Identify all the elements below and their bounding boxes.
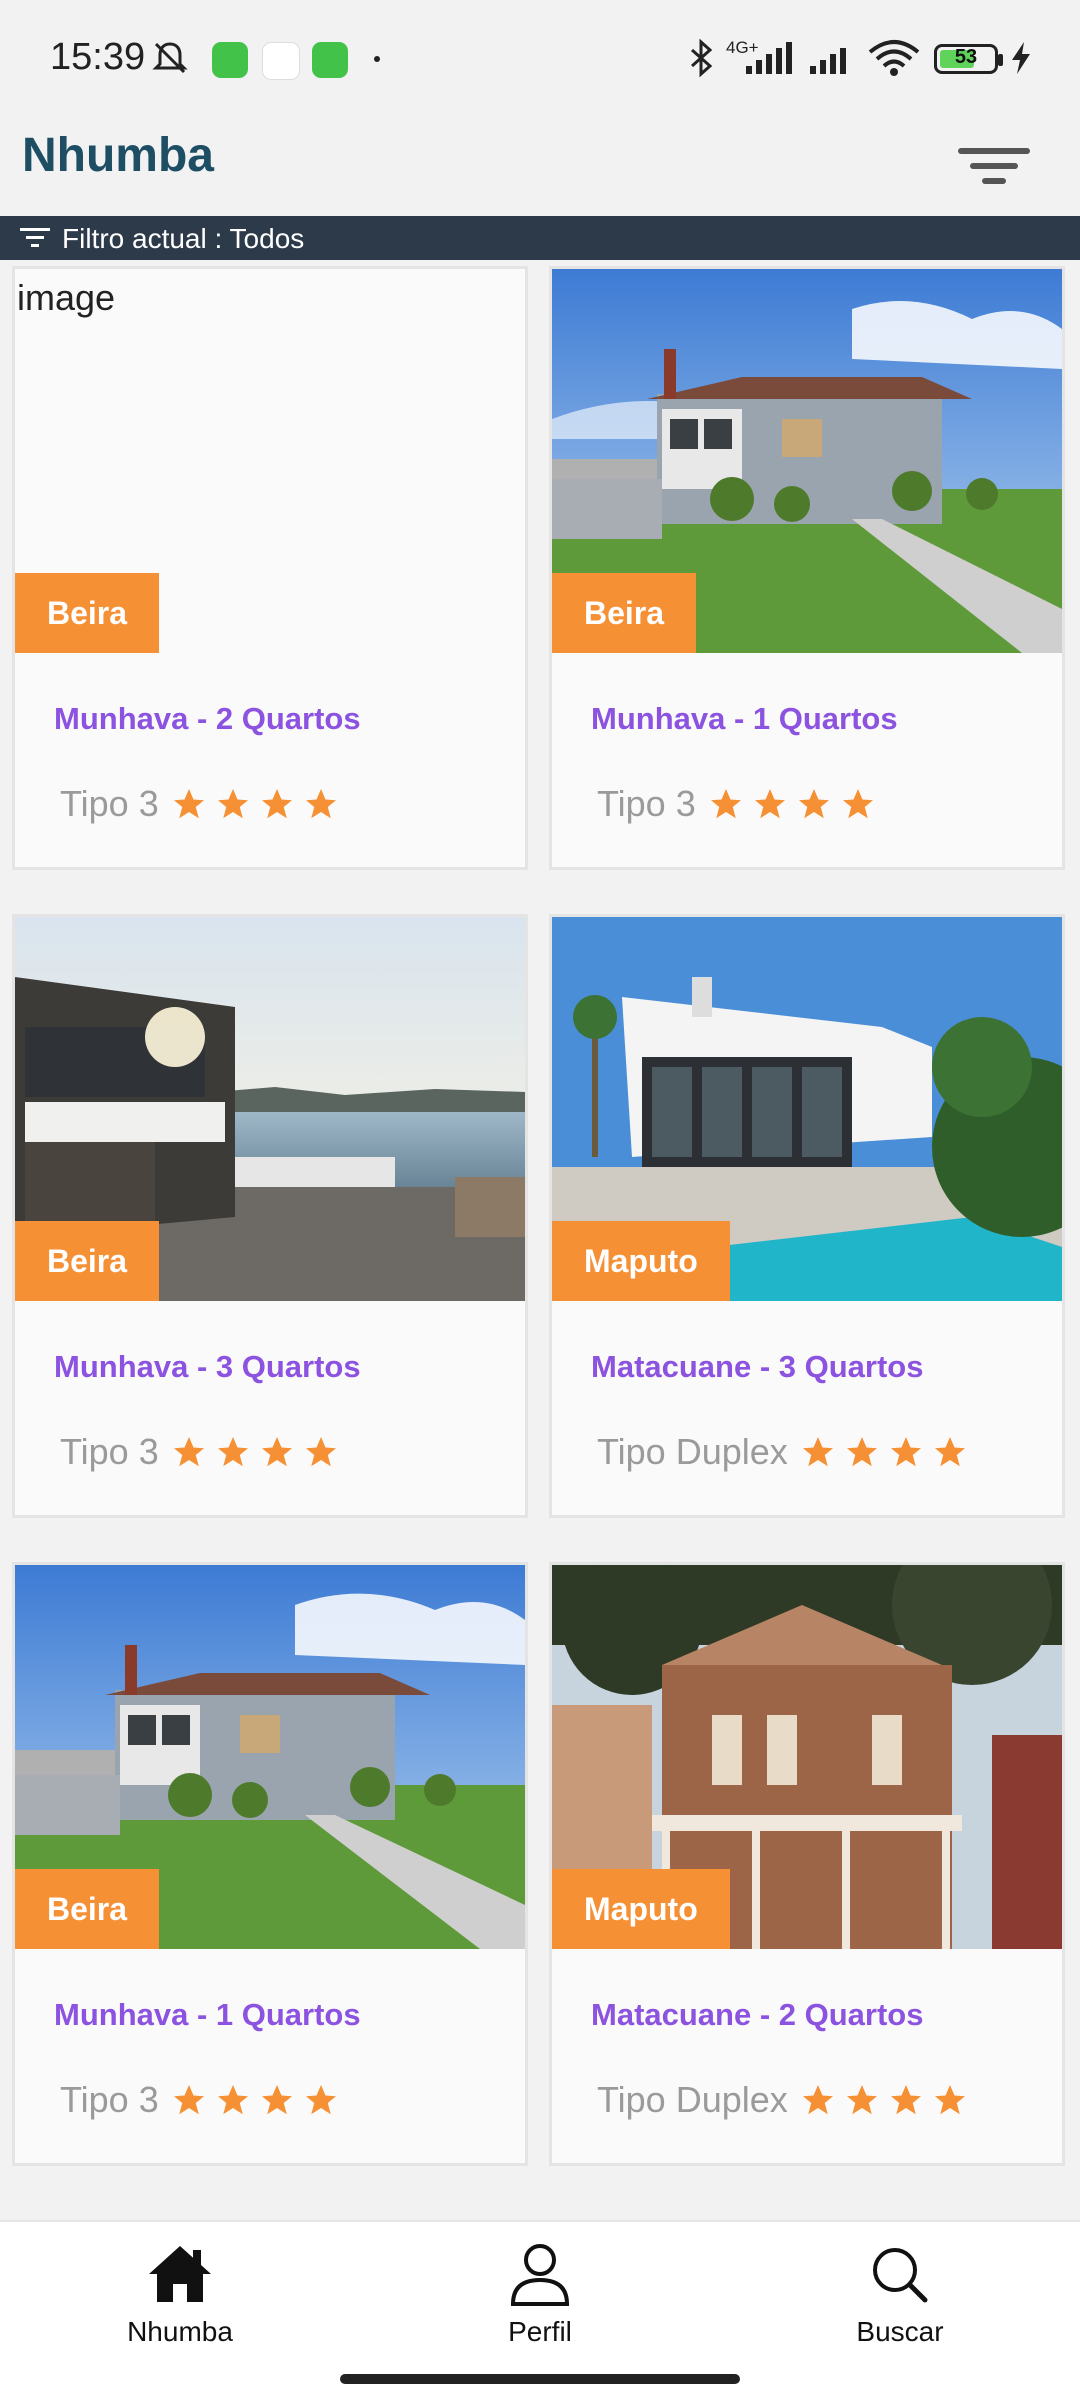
star-icon xyxy=(173,789,204,819)
star-icon xyxy=(934,1437,965,1467)
listing-type: Tipo 3 xyxy=(60,783,159,824)
star-icon xyxy=(710,789,741,819)
home-indicator[interactable] xyxy=(340,2374,740,2384)
star-icon xyxy=(934,2085,965,2115)
listing-meta: Tipo 3 xyxy=(597,779,884,829)
listing-card[interactable]: Beira Munhava - 1 Quartos Tipo 3 xyxy=(549,266,1065,870)
listing-meta: Tipo 3 xyxy=(60,779,347,829)
rating-stars xyxy=(171,786,347,822)
listing-type: Tipo Duplex xyxy=(597,1431,788,1472)
star-icon xyxy=(217,2085,248,2115)
star-icon xyxy=(217,789,248,819)
signal-icon xyxy=(810,48,846,74)
city-badge: Beira xyxy=(15,1869,160,1949)
image-alt-text: image xyxy=(17,277,116,318)
listing-card[interactable]: Beira Munhava - 3 Quartos Tipo 3 xyxy=(12,914,528,1518)
filter-menu-button[interactable] xyxy=(952,136,1034,196)
star-icon xyxy=(846,1437,877,1467)
rating-stars xyxy=(708,786,884,822)
battery-level: 53 xyxy=(954,46,978,68)
listing-meta: Tipo Duplex xyxy=(597,2075,976,2125)
rating-stars xyxy=(800,2082,976,2118)
city-badge: Beira xyxy=(552,573,697,653)
nav-label: Nhumba xyxy=(127,2316,233,2347)
nav-item-profile[interactable]: Perfil xyxy=(440,2242,640,2348)
dot-icon xyxy=(374,56,380,62)
wifi-icon xyxy=(868,40,920,76)
rating-stars xyxy=(800,1434,976,1470)
rating-stars xyxy=(171,1434,347,1470)
star-icon xyxy=(754,789,785,819)
star-icon xyxy=(173,1437,204,1467)
listing-type: Tipo 3 xyxy=(60,1431,159,1472)
status-time: 15:39 xyxy=(50,36,146,78)
search-icon xyxy=(873,2248,928,2303)
star-icon xyxy=(217,1437,248,1467)
listing-title: Matacuane - 2 Quartos xyxy=(591,1997,924,2032)
star-icon xyxy=(846,2085,877,2115)
star-icon xyxy=(890,2085,921,2115)
listing-type: Tipo 3 xyxy=(60,2079,159,2120)
listing-title: Munhava - 1 Quartos xyxy=(591,701,898,736)
city-badge: Beira xyxy=(15,573,160,653)
filter-menu-icon xyxy=(958,148,1030,154)
app-icon xyxy=(312,42,348,78)
star-icon xyxy=(173,2085,204,2115)
star-icon xyxy=(842,789,873,819)
app-title: Nhumba xyxy=(22,129,214,182)
listing-type: Tipo Duplex xyxy=(597,2079,788,2120)
listing-title: Munhava - 1 Quartos xyxy=(54,1997,361,2032)
star-icon xyxy=(305,1437,336,1467)
city-badge: Maputo xyxy=(552,1869,730,1949)
rating-stars xyxy=(171,2082,347,2118)
listing-card[interactable]: Maputo Matacuane - 3 Quartos Tipo Duplex xyxy=(549,914,1065,1518)
home-icon xyxy=(149,2246,211,2302)
city-badge: Maputo xyxy=(552,1221,730,1301)
charging-icon xyxy=(1012,42,1030,74)
app-header: Nhumba xyxy=(0,118,1080,216)
star-icon xyxy=(305,2085,336,2115)
current-filter-bar[interactable]: Filtro actual : Todos xyxy=(0,216,1080,260)
listing-title: Matacuane - 3 Quartos xyxy=(591,1349,924,1384)
star-icon xyxy=(305,789,336,819)
app-icon xyxy=(212,42,248,78)
signal-icon xyxy=(746,42,792,74)
nav-label: Buscar xyxy=(856,2316,944,2347)
city-badge: Beira xyxy=(15,1221,160,1301)
listing-card[interactable]: image Beira Munhava - 2 Quartos Tipo 3 xyxy=(12,266,528,870)
listing-title: Munhava - 2 Quartos xyxy=(54,701,361,736)
nav-item-home[interactable]: Nhumba xyxy=(80,2242,280,2348)
star-icon xyxy=(890,1437,921,1467)
current-filter-label: Filtro actual : Todos xyxy=(62,223,305,254)
battery-icon: 53 xyxy=(934,44,1003,74)
star-icon xyxy=(798,789,829,819)
bluetooth-icon xyxy=(691,38,713,78)
mute-bell-icon xyxy=(152,42,188,74)
listing-meta: Tipo 3 xyxy=(60,1427,347,1477)
listing-meta: Tipo 3 xyxy=(60,2075,347,2125)
listing-card[interactable]: Maputo Matacuane - 2 Quartos Tipo Duplex xyxy=(549,1562,1065,2166)
star-icon xyxy=(802,2085,833,2115)
star-icon xyxy=(802,1437,833,1467)
status-bar: 15:39 4G+ 53 xyxy=(0,0,1080,118)
star-icon xyxy=(261,1437,292,1467)
listing-meta: Tipo Duplex xyxy=(597,1427,976,1477)
star-icon xyxy=(261,2085,292,2115)
user-icon xyxy=(510,2244,570,2306)
nav-label: Perfil xyxy=(508,2316,572,2347)
listing-card[interactable]: Beira Munhava - 1 Quartos Tipo 3 xyxy=(12,1562,528,2166)
filter-icon xyxy=(20,228,50,247)
listing-type: Tipo 3 xyxy=(597,783,696,824)
listing-title: Munhava - 3 Quartos xyxy=(54,1349,361,1384)
star-icon xyxy=(261,789,292,819)
app-icon xyxy=(262,42,300,80)
nav-item-search[interactable]: Buscar xyxy=(800,2242,1000,2348)
